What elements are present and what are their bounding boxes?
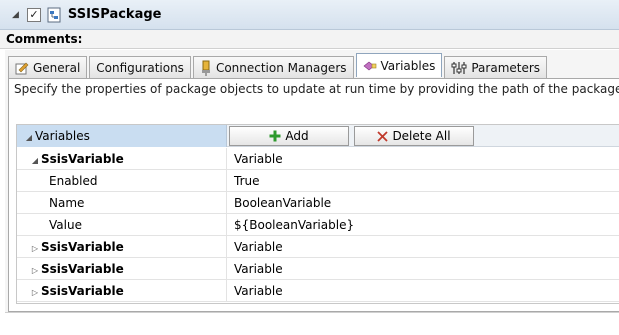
add-button-label: Add [285,129,309,143]
row-name-cell: ▷ SsisVariable [17,258,227,280]
table-row-variable-2[interactable]: ▷ SsisVariable Variable [17,236,619,258]
table-row-variable-3[interactable]: ▷ SsisVariable Variable [17,258,619,280]
add-button[interactable]: Add [229,126,349,146]
tab-general[interactable]: General [8,56,88,78]
table-row-value[interactable]: Value ${BooleanVariable} [17,214,619,236]
tab-parameters[interactable]: Parameters [444,56,548,78]
delete-x-icon [377,130,389,142]
table-row-variable-1[interactable]: ◢ SsisVariable Variable [17,148,619,170]
grid-header-variables[interactable]: ◢ Variables [17,125,227,147]
collapsed-arrow-icon[interactable]: ▷ [29,282,41,304]
table-row-enabled[interactable]: Enabled True [17,170,619,192]
delete-all-button[interactable]: Delete All [354,126,474,146]
row-name: Name [17,192,227,214]
comments-label: Comments: [0,30,619,49]
connection-managers-icon [200,60,212,76]
grid-header-label: Variables [35,129,90,143]
row-name: SsisVariable [41,284,124,298]
bottom-divider [5,312,619,313]
row-value: Variable [234,152,283,166]
row-value[interactable]: ${BooleanVariable} [234,214,354,236]
row-value[interactable]: BooleanVariable [234,192,331,214]
table-row-variable-4[interactable]: ▷ SsisVariable Variable [17,280,619,302]
row-name: SsisVariable [41,152,124,166]
row-name: Value [17,214,227,236]
tab-variables-label: Variables [380,58,436,73]
row-value[interactable]: True [234,170,260,192]
general-icon [15,61,29,75]
variables-description: Specify the properties of package object… [14,82,619,96]
collapsed-arrow-icon[interactable]: ▷ [29,260,41,282]
tab-configurations[interactable]: Configurations [89,56,191,78]
tab-strip: General Configurations Connection Manage… [8,53,549,78]
tab-variables[interactable]: Variables [355,53,443,77]
package-checkbox[interactable]: ✓ [26,7,41,22]
expanded-arrow-icon[interactable]: ◢ [29,150,41,172]
collapse-arrow-icon[interactable]: ◢ [12,10,19,20]
table-row-name[interactable]: Name BooleanVariable [17,192,619,214]
tab-parameters-label: Parameters [471,60,541,75]
collapsed-arrow-icon[interactable]: ▷ [29,238,41,260]
row-name-cell: ◢ SsisVariable [17,148,227,170]
tab-connection-managers[interactable]: Connection Managers [192,56,354,78]
row-value: Variable [234,240,283,254]
tab-general-label: General [33,60,81,75]
variables-grid: ◢ Variables Add Delete All ◢ SsisVariabl… [16,124,619,304]
tab-connection-managers-label: Connection Managers [215,60,347,75]
collapse-arrow-icon[interactable]: ◢ [23,127,35,149]
plus-icon [269,130,281,142]
row-value: Variable [234,262,283,276]
row-name-cell: ▷ SsisVariable [17,236,227,258]
package-header: ◢ ✓ SSISPackage [0,0,619,30]
variables-icon [363,60,377,72]
row-name-cell: ▷ SsisVariable [17,280,227,302]
package-icon [47,7,62,23]
parameters-icon [451,61,467,75]
row-name: SsisVariable [41,240,124,254]
row-name: Enabled [17,170,227,192]
delete-all-button-label: Delete All [392,129,451,143]
tab-configurations-label: Configurations [96,60,184,75]
row-name: SsisVariable [41,262,124,276]
row-value: Variable [234,284,283,298]
grid-header: ◢ Variables Add Delete All [17,125,619,147]
package-title: SSISPackage [67,7,162,22]
